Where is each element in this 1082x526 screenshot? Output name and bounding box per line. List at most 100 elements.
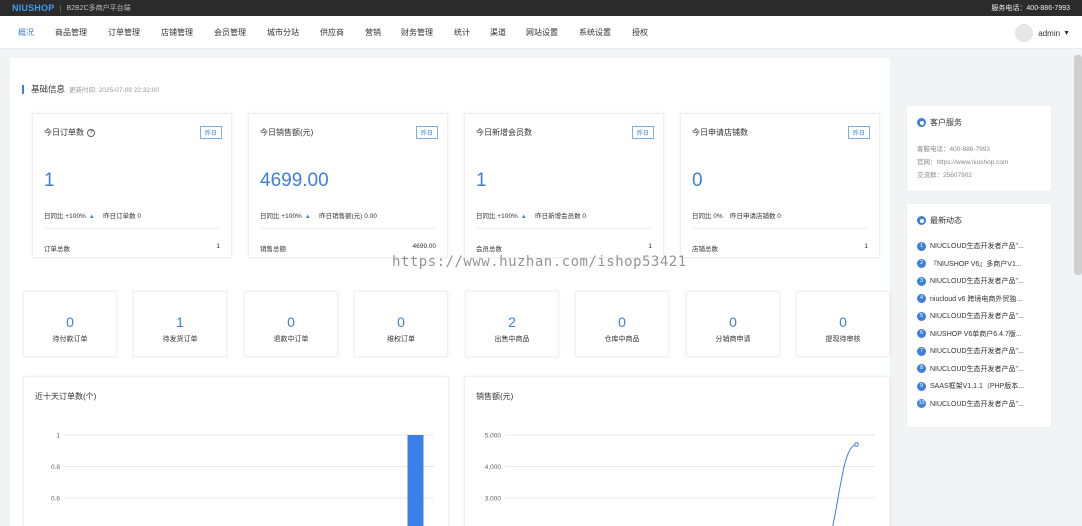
niushop-logo[interactable]: NIUSHOP	[12, 3, 54, 13]
day-compare: 日同比 0%	[692, 213, 723, 220]
orders-chart-panel: 近十天订单数(个) 1 0.8 0.6	[23, 376, 449, 526]
news-title[interactable]: NIUCLOUD生态开发者产品"...	[930, 346, 1024, 356]
official-site[interactable]: 官网：https://www.niushop.com	[917, 156, 1008, 166]
news-item[interactable]: 10 NIUCLOUD生态开发者产品"...	[917, 399, 1024, 409]
news-title[interactable]: NIUCLOUD生态开发者产品"...	[930, 276, 1024, 286]
stat-withdrawal-review[interactable]: 0 提现待审核	[796, 291, 890, 357]
news-item[interactable]: 2 『NIUSHOP V6』多商户V1...	[917, 259, 1022, 269]
nav-channels[interactable]: 渠道	[490, 27, 506, 38]
update-time-label: 更新时间:	[69, 87, 97, 94]
chat-group: 交流群：25607902	[917, 172, 972, 179]
stat-label: 退款中订单	[273, 336, 309, 343]
stat-label: 提现待审核	[825, 336, 861, 343]
news-index-badge: 10	[917, 399, 926, 408]
card-compare: 日同比 +100% ▲ 昨日新增会员数 0	[476, 210, 586, 220]
nav-system-settings[interactable]: 系统设置	[579, 27, 611, 38]
news-title[interactable]: SAAS框架V1.1.1（PHP版本...	[930, 381, 1024, 391]
stat-refunding[interactable]: 0 退款中订单	[244, 291, 338, 357]
nav-city-sites[interactable]: 城市分站	[267, 27, 299, 38]
y-tick-label: 0.8	[51, 464, 60, 471]
sales-line-chart: 5,000 4,000 3,000	[485, 433, 875, 526]
y-tick-label: 1	[56, 433, 60, 440]
news-title[interactable]: NIUSHOP V6单商户6.4.7版...	[930, 329, 1022, 339]
total-label: 会员总数	[476, 246, 502, 253]
nav-stores[interactable]: 店铺管理	[161, 27, 193, 38]
nav-suppliers[interactable]: 供应商	[320, 27, 344, 38]
page-scrollbar[interactable]	[1074, 55, 1082, 275]
day-compare: 日同比 +100%	[476, 213, 518, 220]
stat-label: 出售中商品	[494, 336, 530, 343]
card-new-members: 今日新增会员数 昨日 1 日同比 +100% ▲ 昨日新增会员数 0 会员总数 1	[464, 113, 664, 258]
nav-orders[interactable]: 订单管理	[108, 27, 140, 38]
total-label: 销售总额	[260, 246, 286, 253]
nav-site-settings[interactable]: 网站设置	[526, 27, 558, 38]
card-value: 1	[476, 170, 487, 191]
stat-pending-payment[interactable]: 0 待付款订单	[23, 291, 117, 357]
stat-on-sale[interactable]: 2 出售中商品	[465, 291, 559, 357]
news-item[interactable]: 1 NIUCLOUD生态开发者产品"...	[917, 241, 1024, 251]
news-item[interactable]: 9 SAAS框架V1.1.1（PHP版本...	[917, 381, 1024, 391]
up-arrow-icon: ▲	[88, 214, 95, 220]
up-arrow-icon: ▲	[520, 214, 527, 220]
news-title[interactable]: niucloud v6 跨境电商外贸独...	[930, 294, 1022, 304]
news-item[interactable]: 6 NIUSHOP V6单商户6.4.7版...	[917, 329, 1022, 339]
news-title[interactable]: NIUCLOUD生态开发者产品"...	[930, 399, 1024, 409]
stat-in-warehouse[interactable]: 0 仓库中商品	[575, 291, 669, 357]
up-arrow-icon: ▲	[304, 214, 311, 220]
main-nav: 概况 商品管理 订单管理 店铺管理 会员管理 城市分站 供应商 营销 财务管理 …	[0, 16, 1082, 49]
news-item[interactable]: 5 NIUCLOUD生态开发者产品"...	[917, 311, 1024, 321]
nav-finance[interactable]: 财务管理	[401, 27, 433, 38]
yesterday-button[interactable]: 昨日	[199, 126, 222, 139]
hotline-number: 400-886-7993	[1026, 5, 1070, 12]
nav-statistics[interactable]: 统计	[454, 27, 470, 38]
card-value: 0	[692, 170, 703, 191]
user-menu[interactable]: admin ▼	[1015, 24, 1070, 42]
news-icon	[917, 216, 926, 225]
news-title[interactable]: NIUCLOUD生态开发者产品"...	[930, 311, 1024, 321]
yesterday-button[interactable]: 昨日	[631, 126, 654, 139]
card-today-sales: 今日销售额(元) 昨日 4699.00 日同比 +100% ▲ 昨日销售额(元) …	[248, 113, 448, 258]
card-today-orders: 今日订单数? 昨日 1 日同比 +100% ▲ 昨日订单数 0 订单总数 1	[32, 113, 232, 258]
card-title: 今日订单数?	[44, 127, 95, 138]
stat-disputes[interactable]: 0 维权订单	[354, 291, 448, 357]
stat-distributor-applications[interactable]: 0 分销商申请	[686, 291, 780, 357]
news-item[interactable]: 8 NIUCLOUD生态开发者产品"...	[917, 364, 1024, 374]
avatar[interactable]	[1015, 24, 1034, 42]
card-title-text: 今日订单数	[44, 128, 84, 137]
news-title[interactable]: NIUCLOUD生态开发者产品"...	[930, 241, 1024, 251]
section-title: 基础信息	[31, 84, 66, 94]
yesterday-button[interactable]: 昨日	[415, 126, 438, 139]
yesterday-button[interactable]: 昨日	[847, 126, 870, 139]
y-tick-label: 5,000	[485, 433, 502, 440]
news-item[interactable]: 7 NIUCLOUD生态开发者产品"...	[917, 346, 1024, 356]
news-title[interactable]: NIUCLOUD生态开发者产品"...	[930, 364, 1024, 374]
service-hotline: 服务电话：400-886-7993	[991, 3, 1070, 13]
stat-value: 0	[618, 314, 626, 330]
yesterday-value: 昨日新增会员数 0	[535, 213, 587, 220]
news-title[interactable]: 『NIUSHOP V6』多商户V1...	[930, 259, 1022, 269]
section-accent-bar	[22, 84, 24, 94]
nav-authorization[interactable]: 授权	[632, 27, 648, 38]
platform-name: B2B2C多商户平台端	[66, 5, 131, 12]
logo-divider: |	[59, 3, 62, 13]
chevron-down-icon[interactable]: ▼	[1063, 30, 1070, 37]
nav-marketing[interactable]: 营销	[365, 27, 381, 38]
total-label: 订单总数	[44, 246, 70, 253]
stat-pending-shipment[interactable]: 1 待发货订单	[133, 291, 227, 357]
update-time-value: 2025-07-09 22:32:00	[98, 87, 159, 94]
card-value: 4699.00	[260, 170, 329, 191]
news-item[interactable]: 3 NIUCLOUD生态开发者产品"...	[917, 276, 1024, 286]
card-divider	[476, 228, 652, 229]
news-item[interactable]: 4 niucloud v6 跨境电商外贸独...	[917, 294, 1022, 304]
y-tick-label: 3,000	[485, 496, 502, 503]
section-header: 基础信息 更新时间: 2025-07-09 22:32:00	[22, 83, 159, 95]
total-label: 店铺总数	[692, 246, 718, 253]
day-compare: 日同比 +100%	[260, 213, 302, 220]
user-name[interactable]: admin	[1038, 29, 1060, 38]
news-index-badge: 7	[917, 346, 926, 356]
nav-overview[interactable]: 概况	[18, 27, 34, 38]
help-icon[interactable]: ?	[87, 128, 95, 137]
orders-bar-chart: 1 0.8 0.6	[51, 433, 434, 526]
nav-members[interactable]: 会员管理	[214, 27, 246, 38]
nav-products[interactable]: 商品管理	[55, 27, 87, 38]
